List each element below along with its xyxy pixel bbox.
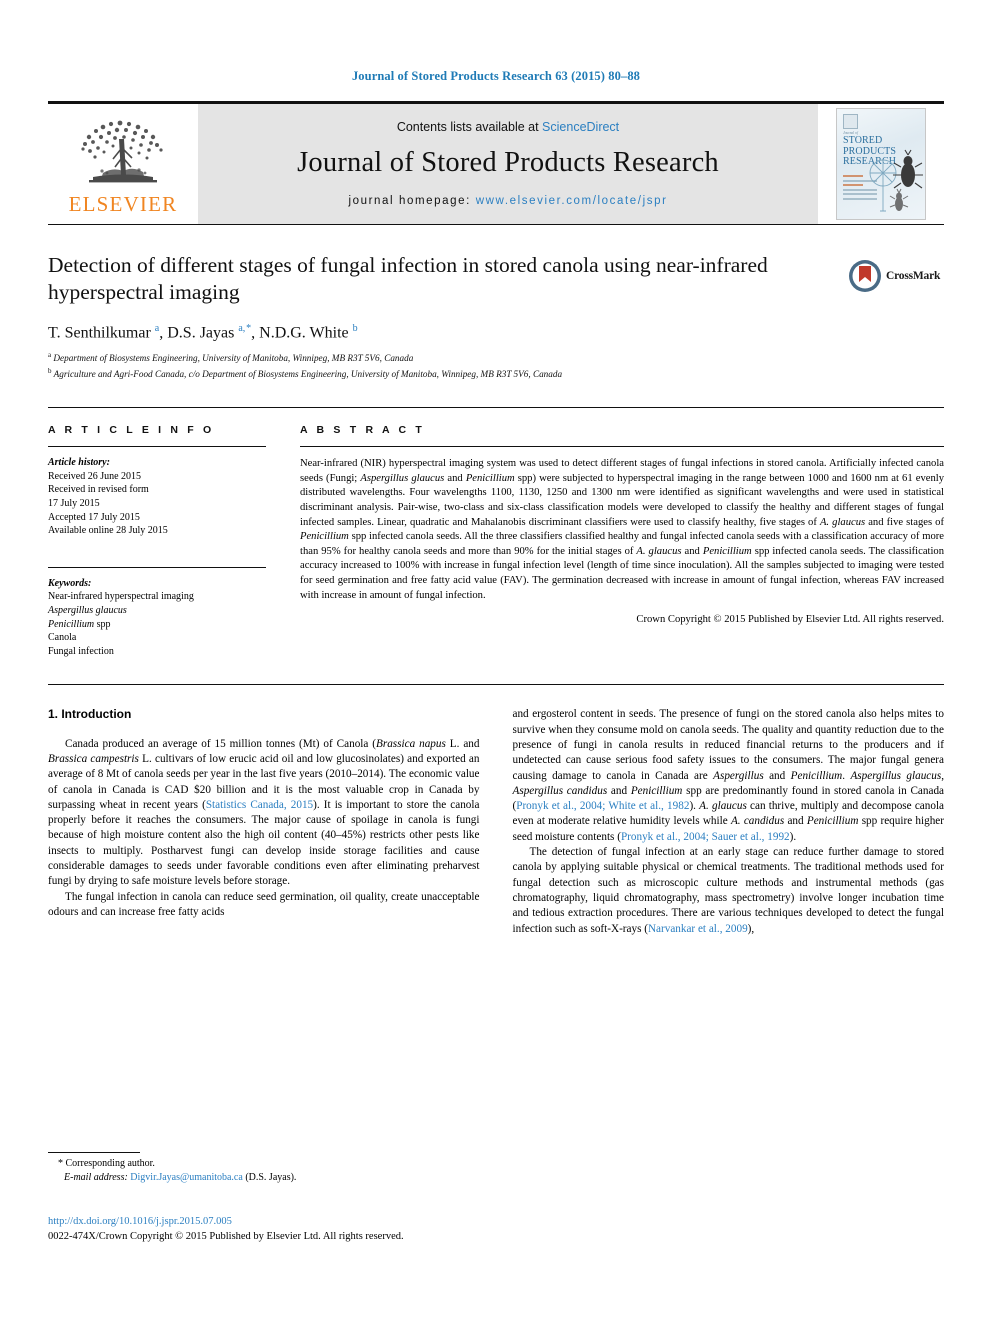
masthead-center: Contents lists available at ScienceDirec… <box>198 104 818 224</box>
keyword-3: Canola <box>48 632 77 644</box>
article-info-heading: A R T I C L E I N F O <box>48 424 215 437</box>
email-line: E-mail address: Digvir.Jayas@umanitoba.c… <box>48 1171 468 1185</box>
section-heading-introduction: 1. Introduction <box>48 707 132 722</box>
contents-lists-line: Contents lists available at ScienceDirec… <box>397 120 619 134</box>
intro-paragraph-4: The detection of fungal infection at an … <box>512 846 945 935</box>
email-link[interactable]: Digvir.Jayas@umanitoba.ca <box>130 1172 243 1183</box>
author-list: T. Senthilkumar a, D.S. Jayas a, *, N.D.… <box>48 323 358 342</box>
title-block: Detection of different stages of fungal … <box>48 252 944 380</box>
history-item-4: Available online 28 July 2015 <box>48 525 168 537</box>
journal-cover-thumbnail[interactable]: Journal of STORED PRODUCTS RESEARCH <box>836 108 926 220</box>
masthead-right: Journal of STORED PRODUCTS RESEARCH <box>818 104 944 224</box>
elsevier-wordmark: ELSEVIER <box>68 192 178 216</box>
contents-prefix: Contents lists available at <box>396 119 543 134</box>
citation-narvankar[interactable]: Narvankar et al., 2009 <box>648 923 748 935</box>
abstract-heading: A B S T R A C T <box>300 424 425 437</box>
keywords-rule <box>48 566 266 568</box>
cover-insect-illustration-icon <box>869 149 923 212</box>
keyword-4: Fungal infection <box>48 645 114 657</box>
keyword-0: Near-infrared hyperspectral imaging <box>48 591 194 603</box>
affiliation-list: a Department of Biosystems Engineering, … <box>48 349 944 380</box>
history-item-0: Received 26 June 2015 <box>48 470 142 482</box>
abstract-copyright: Crown Copyright © 2015 Published by Else… <box>636 614 944 626</box>
cover-publisher-logo-icon <box>843 114 858 129</box>
info-abstract-section: A R T I C L E I N F O Article history: R… <box>48 407 944 658</box>
article-history-label: Article history: <box>48 457 110 469</box>
homepage-url-link[interactable]: www.elsevier.com/locate/jspr <box>476 195 668 207</box>
corresponding-author-text: * Corresponding author. <box>58 1158 155 1169</box>
history-item-1: Received in revised form <box>48 484 149 496</box>
journal-homepage-line: journal homepage: www.elsevier.com/locat… <box>348 195 667 207</box>
affiliation-a: a Department of Biosystems Engineering, … <box>48 351 414 364</box>
citation-pronyk-sauer[interactable]: Pronyk et al., 2004; Sauer et al., 1992 <box>621 831 790 843</box>
citation-statistics-canada[interactable]: Statistics Canada, 2015 <box>206 799 313 811</box>
doi-link[interactable]: http://dx.doi.org/10.1016/j.jspr.2015.07… <box>48 1214 548 1229</box>
article-body: 1. Introduction Canada produced an avera… <box>48 684 944 1064</box>
keywords-label: Keywords: <box>48 577 92 589</box>
page-footer: http://dx.doi.org/10.1016/j.jspr.2015.07… <box>48 1214 548 1244</box>
issn-copyright-line: 0022-474X/Crown Copyright © 2015 Publish… <box>48 1231 404 1242</box>
corresponding-author-footnote: * Corresponding author. E-mail address: … <box>48 1152 468 1185</box>
article-info-column: A R T I C L E I N F O Article history: R… <box>48 424 266 658</box>
body-column-left: 1. Introduction Canada produced an avera… <box>48 707 480 1064</box>
elsevier-tree-icon <box>81 120 163 183</box>
homepage-prefix: journal homepage: <box>348 194 476 207</box>
article-history: Article history: Received 26 June 2015 R… <box>48 447 266 538</box>
running-head: Journal of Stored Products Research 63 (… <box>351 69 641 83</box>
crossmark-badge[interactable]: CrossMark <box>848 256 944 296</box>
abstract-column: A B S T R A C T Near-infrared (NIR) hype… <box>300 424 944 658</box>
article-page: Journal of Stored Products Research 63 (… <box>0 0 992 1323</box>
citation-pronyk-white[interactable]: Pronyk et al., 2004; White et al., 1982 <box>516 800 689 812</box>
sciencedirect-link[interactable]: ScienceDirect <box>542 120 619 134</box>
affiliation-b-text: Agriculture and Agri-Food Canada, c/o De… <box>53 368 563 379</box>
abstract-text: Near-infrared (NIR) hyperspectral imagin… <box>300 458 945 601</box>
keyword-1: Aspergillus glaucus <box>48 605 127 617</box>
email-label: E-mail address: <box>64 1172 128 1183</box>
intro-paragraph-3: and ergosterol content in seeds. The pre… <box>512 708 945 843</box>
intro-paragraph-1: Canada produced an average of 15 million… <box>48 737 480 888</box>
crossmark-label: CrossMark <box>886 270 941 282</box>
article-title: Detection of different stages of fungal … <box>48 253 768 304</box>
publisher-logo[interactable]: ELSEVIER <box>48 104 198 224</box>
body-column-right: and ergosterol content in seeds. The pre… <box>513 707 945 1064</box>
history-item-2: 17 July 2015 <box>48 498 100 510</box>
history-item-3: Accepted 17 July 2015 <box>48 511 140 523</box>
journal-masthead: ELSEVIER Contents lists available at Sci… <box>48 101 944 225</box>
keyword-2: Penicillium spp <box>48 618 111 630</box>
journal-title: Journal of Stored Products Research <box>297 146 719 178</box>
affiliation-a-text: Department of Biosystems Engineering, Un… <box>53 353 414 364</box>
intro-paragraph-2: The fungal infection in canola can reduc… <box>48 890 480 918</box>
keywords-block: Keywords: Near-infrared hyperspectral im… <box>48 558 266 659</box>
footnote-divider <box>48 1152 140 1153</box>
affiliation-b: b Agriculture and Agri-Food Canada, c/o … <box>48 366 563 379</box>
crossmark-logo-icon <box>849 260 881 292</box>
email-owner: (D.S. Jayas). <box>245 1172 297 1183</box>
